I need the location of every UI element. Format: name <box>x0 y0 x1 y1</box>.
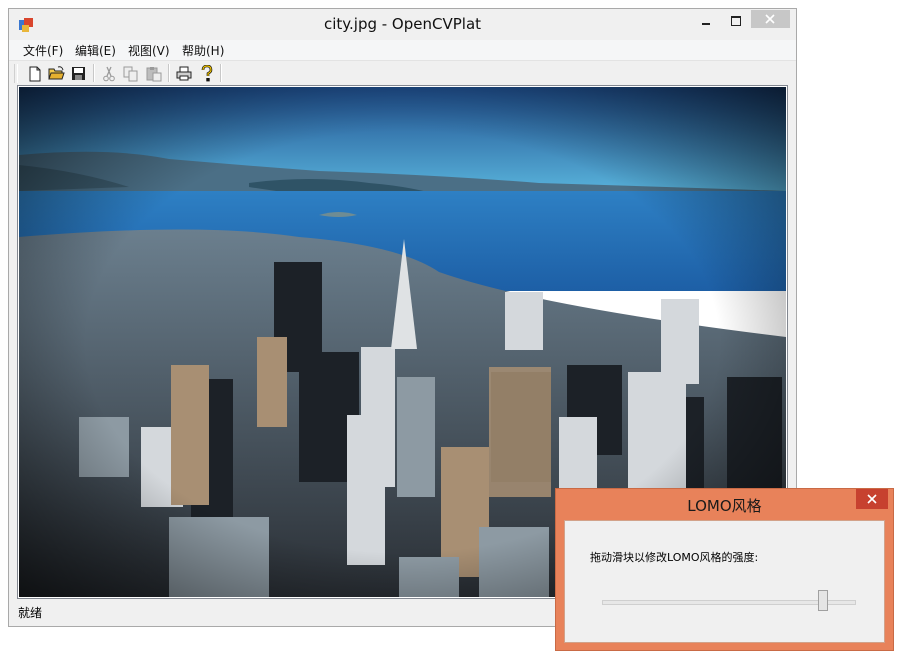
lomo-dialog: LOMO风格 拖动滑块以修改LOMO风格的强度: <box>555 488 894 651</box>
status-text: 就绪 <box>18 606 43 620</box>
title-bar[interactable]: city.jpg - OpenCVPlat <box>9 9 796 40</box>
open-folder-icon <box>48 66 65 80</box>
help-icon <box>201 65 212 82</box>
menu-view[interactable]: 视图(V) <box>128 42 170 59</box>
dialog-title: LOMO风格 <box>687 497 762 515</box>
menu-file[interactable]: 文件(F) <box>23 42 63 59</box>
menu-edit[interactable]: 编辑(E) <box>75 42 116 59</box>
paste-icon <box>146 66 161 81</box>
copy-button[interactable] <box>121 64 140 83</box>
print-button[interactable] <box>174 64 193 83</box>
toolbar-separator <box>220 64 222 82</box>
open-button[interactable] <box>47 64 66 83</box>
maximize-button[interactable] <box>723 11 749 31</box>
save-button[interactable] <box>69 64 88 83</box>
cut-icon <box>102 66 115 81</box>
new-file-icon <box>29 66 40 81</box>
window-title: city.jpg - OpenCVPlat <box>323 15 482 33</box>
toolbar <box>9 61 796 86</box>
print-icon <box>176 66 191 81</box>
menu-help[interactable]: 帮助(H) <box>182 42 224 59</box>
new-file-button[interactable] <box>25 64 44 83</box>
close-icon <box>867 494 877 504</box>
toolbar-separator <box>93 64 95 82</box>
toolbar-separator <box>168 64 170 82</box>
cut-button[interactable] <box>99 64 118 83</box>
toolbar-grip[interactable] <box>14 64 18 83</box>
paste-button[interactable] <box>144 64 163 83</box>
help-button[interactable] <box>197 64 216 83</box>
close-button[interactable] <box>751 10 790 28</box>
copy-icon <box>123 66 137 81</box>
save-icon <box>72 67 85 80</box>
close-icon <box>765 14 775 24</box>
lomo-strength-slider-thumb[interactable] <box>817 590 828 611</box>
slider-prompt: 拖动滑块以修改LOMO风格的强度: <box>590 551 759 564</box>
dialog-close-button[interactable] <box>856 489 888 509</box>
menu-bar: 文件(F) 编辑(E) 视图(V) 帮助(H) <box>9 40 796 61</box>
dialog-body: 拖动滑块以修改LOMO风格的强度: <box>564 520 885 643</box>
minimize-button[interactable] <box>693 11 719 31</box>
